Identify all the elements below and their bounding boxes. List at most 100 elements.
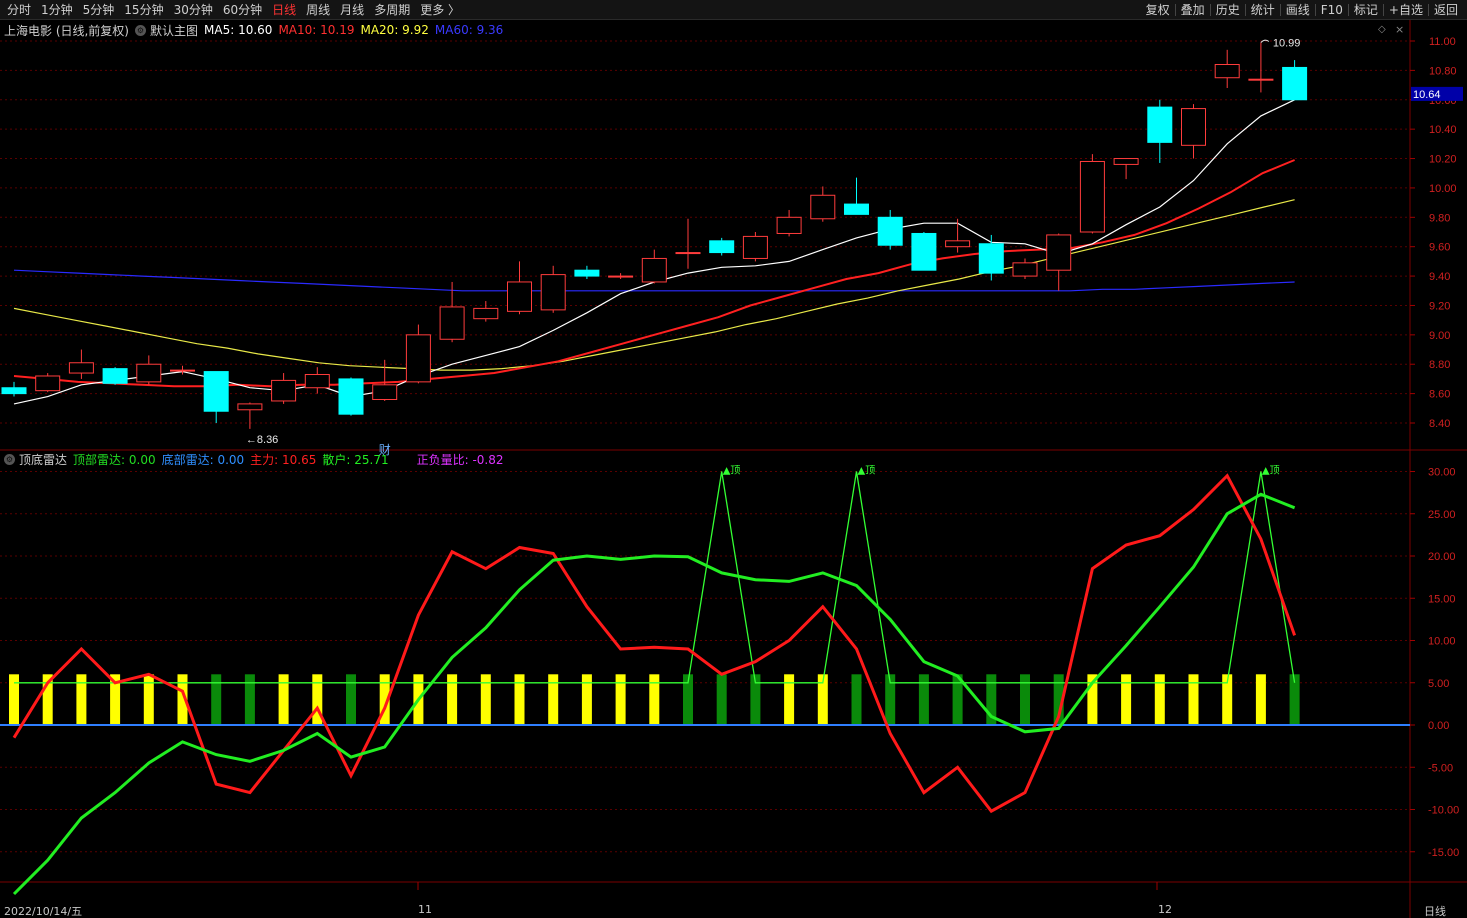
candle-up [945,240,971,248]
price-tick-label: 9.00 [1429,330,1450,342]
top-radar-line [14,471,1296,684]
yellow-bar [615,674,626,725]
indicator-tick-label: -15.00 [1428,847,1459,859]
tool-button-6[interactable]: 标记 [1349,0,1383,20]
price-tick-label: 9.80 [1429,212,1450,224]
period-tabs: 分时 1分钟 5分钟 15分钟 30分钟 60分钟 日线 周线 月线 多周期 更多 〉 [2,0,465,20]
yellow-bar [581,674,592,725]
candle-up [641,257,667,283]
yellow-bar [447,674,458,725]
top-signal-label: ▲顶 [858,465,876,477]
tool-button-0[interactable]: 复权 [1141,0,1175,20]
candle-up [136,363,162,383]
main-force-line [12,473,1297,814]
candle-up [1248,78,1274,81]
indicator-tick-label: 20.00 [1428,551,1456,563]
period-tab-7[interactable]: 周线 [301,0,335,20]
candle-down [1,387,27,395]
period-tab-9[interactable]: 多周期 [369,0,415,20]
tool-button-4[interactable]: 画线 [1281,0,1315,20]
indicator-tick-label: 5.00 [1428,678,1449,690]
price-tick-label: 8.80 [1429,359,1450,371]
tool-button-1[interactable]: 叠加 [1176,0,1210,20]
period-tab-10[interactable]: 更多 〉 [415,0,465,20]
financial-report-marker: 财 [379,443,391,457]
period-tab-0[interactable]: 分时 [2,0,36,20]
candle-up [608,275,634,278]
month-tick-12: 12 [1158,903,1172,916]
green-bar [346,674,356,725]
candle-down [574,269,600,277]
yellow-bar [1154,674,1165,725]
yellow-bar [548,674,559,725]
green-bar [851,674,862,725]
month-tick-11: 11 [418,903,432,916]
period-tab-4[interactable]: 30分钟 [169,0,218,20]
candle-up [1181,108,1206,146]
candle-down [844,203,869,215]
candle-down [102,368,128,384]
top-signal-label: ▲顶 [723,465,741,477]
high-marker-arrow [1260,39,1270,43]
candle-up [675,252,701,255]
chart-canvas[interactable]: 11.0010.8010.6010.4010.2010.009.809.609.… [0,20,1467,918]
candle-up [1079,160,1105,233]
candle-up [776,216,802,234]
tool-button-5[interactable]: F10 [1316,0,1348,20]
candle-up [742,235,768,259]
candle-down [709,240,735,254]
indicator-tick-label: -10.00 [1428,805,1459,817]
period-tab-6[interactable]: 日线 [267,0,301,20]
top-signal-label: ▲顶 [1262,465,1280,477]
candle-up [170,369,195,372]
green-bar [244,674,255,725]
green-bar [211,674,222,725]
tool-button-3[interactable]: 统计 [1246,0,1280,20]
candle-up [1012,262,1038,277]
candle-down [203,371,229,412]
period-tab-3[interactable]: 15分钟 [119,0,168,20]
green-bar [1020,674,1030,725]
yellow-bar [1121,674,1132,725]
indicator-tick-label: 25.00 [1428,509,1456,521]
tool-button-7[interactable]: +自选 [1384,0,1428,20]
yellow-bar [143,674,154,725]
price-tick-label: 11.00 [1429,36,1456,48]
candle-up [304,374,330,389]
price-tick-label: 9.20 [1429,300,1450,312]
tool-buttons: 复权 叠加 历史 统计 画线 F10 标记 +自选 返回 [1141,0,1463,20]
candle-up [35,375,61,392]
yellow-bar [278,674,289,725]
price-tick-label: 8.60 [1429,389,1450,401]
price-tick-label: 8.40 [1429,418,1450,430]
tool-button-2[interactable]: 历史 [1211,0,1245,20]
candle-up [473,307,499,320]
period-tab-5[interactable]: 60分钟 [218,0,267,20]
price-tick-label: 9.60 [1429,242,1450,254]
yellow-bar [480,674,491,725]
tool-button-8[interactable]: 返回 [1429,0,1463,20]
candle-down [911,232,937,271]
candle-up [507,281,532,312]
period-tab-2[interactable]: 5分钟 [78,0,120,20]
price-tick-label: 10.80 [1429,65,1457,77]
yellow-bar [9,674,19,725]
candle-down [1282,66,1308,101]
period-tab-8[interactable]: 月线 [335,0,369,20]
yellow-bar [76,674,87,725]
price-tick-label: 10.40 [1429,124,1457,136]
price-tick-label: 9.40 [1429,271,1450,283]
candle-up [271,379,297,402]
yellow-bar [514,674,525,725]
yellow-bar [1255,674,1266,725]
candle-down [877,216,903,246]
low-price-label: ←8.36 [246,434,278,446]
current-price-label: 10.64 [1413,89,1441,101]
green-bar [716,674,727,725]
candle-down [978,243,1004,274]
candle-up [405,334,431,383]
period-tab-1[interactable]: 1分钟 [36,0,78,20]
yellow-bar [784,674,795,725]
indicator-tick-label: -5.00 [1428,762,1453,774]
green-bar [918,674,929,725]
